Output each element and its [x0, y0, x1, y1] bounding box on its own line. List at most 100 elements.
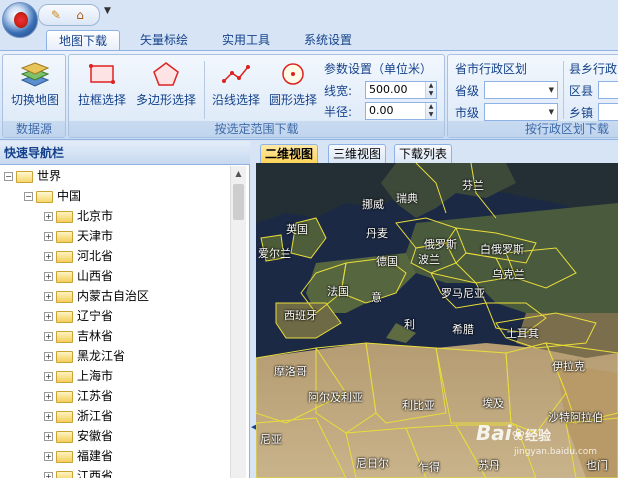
region-tree: − 世界 − 中国 + 北京市 + 天津市 + 河北省 + 山西省 + 内蒙古自治区 + 辽宁省 + 吉林省 +…	[0, 166, 230, 478]
folder-icon	[56, 270, 73, 283]
radius-label: 半径:	[324, 105, 353, 119]
tree-node-world[interactable]: − 世界	[4, 166, 61, 186]
tree-node-province[interactable]: + 安徽省	[44, 426, 113, 446]
polygon-select-label: 多边形选择	[135, 93, 196, 107]
tree-node-label: 黑龙江省	[77, 349, 126, 363]
circle-select-button[interactable]: 圆形选择	[265, 59, 321, 115]
tree-node-province[interactable]: + 上海市	[44, 366, 113, 386]
tab-2d-view[interactable]: 二维视图	[260, 144, 319, 163]
province-label: 省级	[455, 84, 480, 98]
satellite-map[interactable]: 芬兰 挪威 瑞典 英国 爱尔兰 丹麦 俄罗斯 白俄罗斯 德国 波兰 乌克兰 法国…	[256, 163, 618, 478]
map-label: 挪威	[362, 198, 384, 211]
ribbon-tabs: 地图下载 矢量标绘 实用工具 系统设置	[44, 30, 618, 51]
radius-value: 0.00	[369, 104, 394, 117]
expand-icon[interactable]: +	[44, 432, 53, 441]
scroll-thumb[interactable]	[233, 184, 244, 220]
quick-nav-title: 快速导航栏	[0, 141, 250, 165]
line-select-label: 沿线选择	[211, 93, 260, 107]
county-select[interactable]	[598, 81, 618, 99]
tree-node-province[interactable]: + 福建省	[44, 446, 113, 466]
tree-node-province[interactable]: + 吉林省	[44, 326, 113, 346]
city-select[interactable]: ▼	[484, 103, 558, 121]
expand-icon[interactable]: +	[44, 272, 53, 281]
polygon-icon	[153, 62, 179, 86]
tree-node-province[interactable]: + 江西省	[44, 466, 113, 478]
group-range-download: 拉框选择 多边形选择 沿线选择 圆形选择 参数设置（单位米） 线宽: 500.0…	[68, 54, 445, 138]
spin-arrows-icon[interactable]: ▲ ▼	[425, 103, 436, 119]
quick-nav-panel: 快速导航栏 − 世界 − 中国 + 北京市 + 天津市 + 河北省 + 山西省 + 内蒙古自治区 + 辽宁…	[0, 141, 250, 478]
tree-node-province[interactable]: + 江苏省	[44, 386, 113, 406]
county-label: 区县	[569, 84, 594, 98]
tree-node-province[interactable]: + 北京市	[44, 206, 113, 226]
expand-icon[interactable]: +	[44, 352, 53, 361]
switch-map-button[interactable]: 切换地图	[5, 59, 65, 115]
map-label: 尼日尔	[356, 457, 389, 470]
tree-node-province[interactable]: + 内蒙古自治区	[44, 286, 149, 306]
city-label: 市级	[455, 106, 480, 120]
switch-map-label: 切换地图	[10, 93, 59, 107]
collapse-icon[interactable]: −	[4, 172, 13, 181]
expand-icon[interactable]: +	[44, 212, 53, 221]
expand-icon[interactable]: +	[44, 292, 53, 301]
tab-3d-view[interactable]: 三维视图	[328, 144, 387, 163]
dropdown-arrow-icon: ▼	[548, 108, 554, 116]
rect-select-button[interactable]: 拉框选择	[73, 59, 131, 115]
expand-icon[interactable]: +	[44, 452, 53, 461]
expand-icon[interactable]: +	[44, 372, 53, 381]
tree-node-province[interactable]: + 浙江省	[44, 406, 113, 426]
tab-download-list[interactable]: 下载列表	[394, 144, 453, 163]
radius-input[interactable]: 0.00 ▲ ▼	[365, 102, 437, 120]
tree-node-label: 辽宁省	[77, 309, 114, 323]
tree-scrollbar[interactable]: ▲	[230, 166, 246, 478]
collapse-icon[interactable]: −	[24, 192, 33, 201]
tree-node-province[interactable]: + 河北省	[44, 246, 113, 266]
expand-icon[interactable]: +	[44, 472, 53, 478]
tab-tools[interactable]: 实用工具	[210, 30, 282, 50]
map-label: 俄罗斯	[424, 238, 457, 251]
tree-node-province[interactable]: + 黑龙江省	[44, 346, 125, 366]
baidu-watermark: Bai❀经验	[476, 421, 551, 445]
tab-map-download[interactable]: 地图下载	[46, 30, 121, 51]
tree-node-province[interactable]: + 山西省	[44, 266, 113, 286]
map-label: 利比亚	[402, 399, 435, 412]
expand-icon[interactable]: +	[44, 312, 53, 321]
map-label: 瑞典	[396, 192, 418, 205]
folder-icon	[56, 290, 73, 303]
expand-icon[interactable]: +	[44, 412, 53, 421]
qat-customize-icon[interactable]: ▼	[104, 6, 111, 16]
tab-vector-plot[interactable]: 矢量标绘	[128, 30, 200, 50]
rect-select-label: 拉框选择	[77, 93, 126, 107]
expand-icon[interactable]: +	[44, 392, 53, 401]
edit-icon[interactable]: ✎	[47, 7, 65, 23]
province-select[interactable]: ▼	[484, 81, 558, 99]
folder-icon	[56, 330, 73, 343]
polygon-select-button[interactable]: 多边形选择	[131, 59, 201, 115]
tree-node-china[interactable]: − 中国	[24, 186, 81, 206]
tab-settings[interactable]: 系统设置	[292, 30, 364, 50]
map-label: 埃及	[482, 397, 504, 410]
map-view-tabs: 二维视图 三维视图 下载列表	[256, 141, 618, 163]
spin-arrows-icon[interactable]: ▲ ▼	[425, 82, 436, 98]
ribbon: 切换地图 数据源 拉框选择 多边形选择 沿线选择 圆形选择 参数设置（单位米） …	[0, 50, 618, 140]
scroll-up-icon[interactable]: ▲	[231, 166, 246, 182]
watermark-brand: Bai	[476, 421, 512, 445]
tree-node-label: 江苏省	[77, 389, 114, 403]
expand-icon[interactable]: +	[44, 332, 53, 341]
map-label: 希腊	[452, 323, 474, 336]
home-icon[interactable]: ⌂	[71, 7, 89, 23]
line-width-input[interactable]: 500.00 ▲ ▼	[365, 81, 437, 99]
town-select[interactable]	[598, 103, 618, 121]
quick-access-toolbar: ✎ ⌂	[38, 4, 100, 26]
application-menu-button[interactable]	[2, 2, 38, 38]
map-label: 爱尔兰	[258, 247, 291, 260]
expand-icon[interactable]: +	[44, 252, 53, 261]
map-label: 利	[404, 318, 415, 331]
group-label-admin: 按行政区划下载	[448, 121, 618, 137]
expand-icon[interactable]: +	[44, 232, 53, 241]
tree-node-label: 山西省	[77, 269, 114, 283]
tree-node-province[interactable]: + 辽宁省	[44, 306, 113, 326]
line-select-button[interactable]: 沿线选择	[208, 59, 264, 115]
tree-node-province[interactable]: + 天津市	[44, 226, 113, 246]
line-width-value: 500.00	[369, 83, 408, 96]
map-label: 丹麦	[366, 227, 388, 240]
